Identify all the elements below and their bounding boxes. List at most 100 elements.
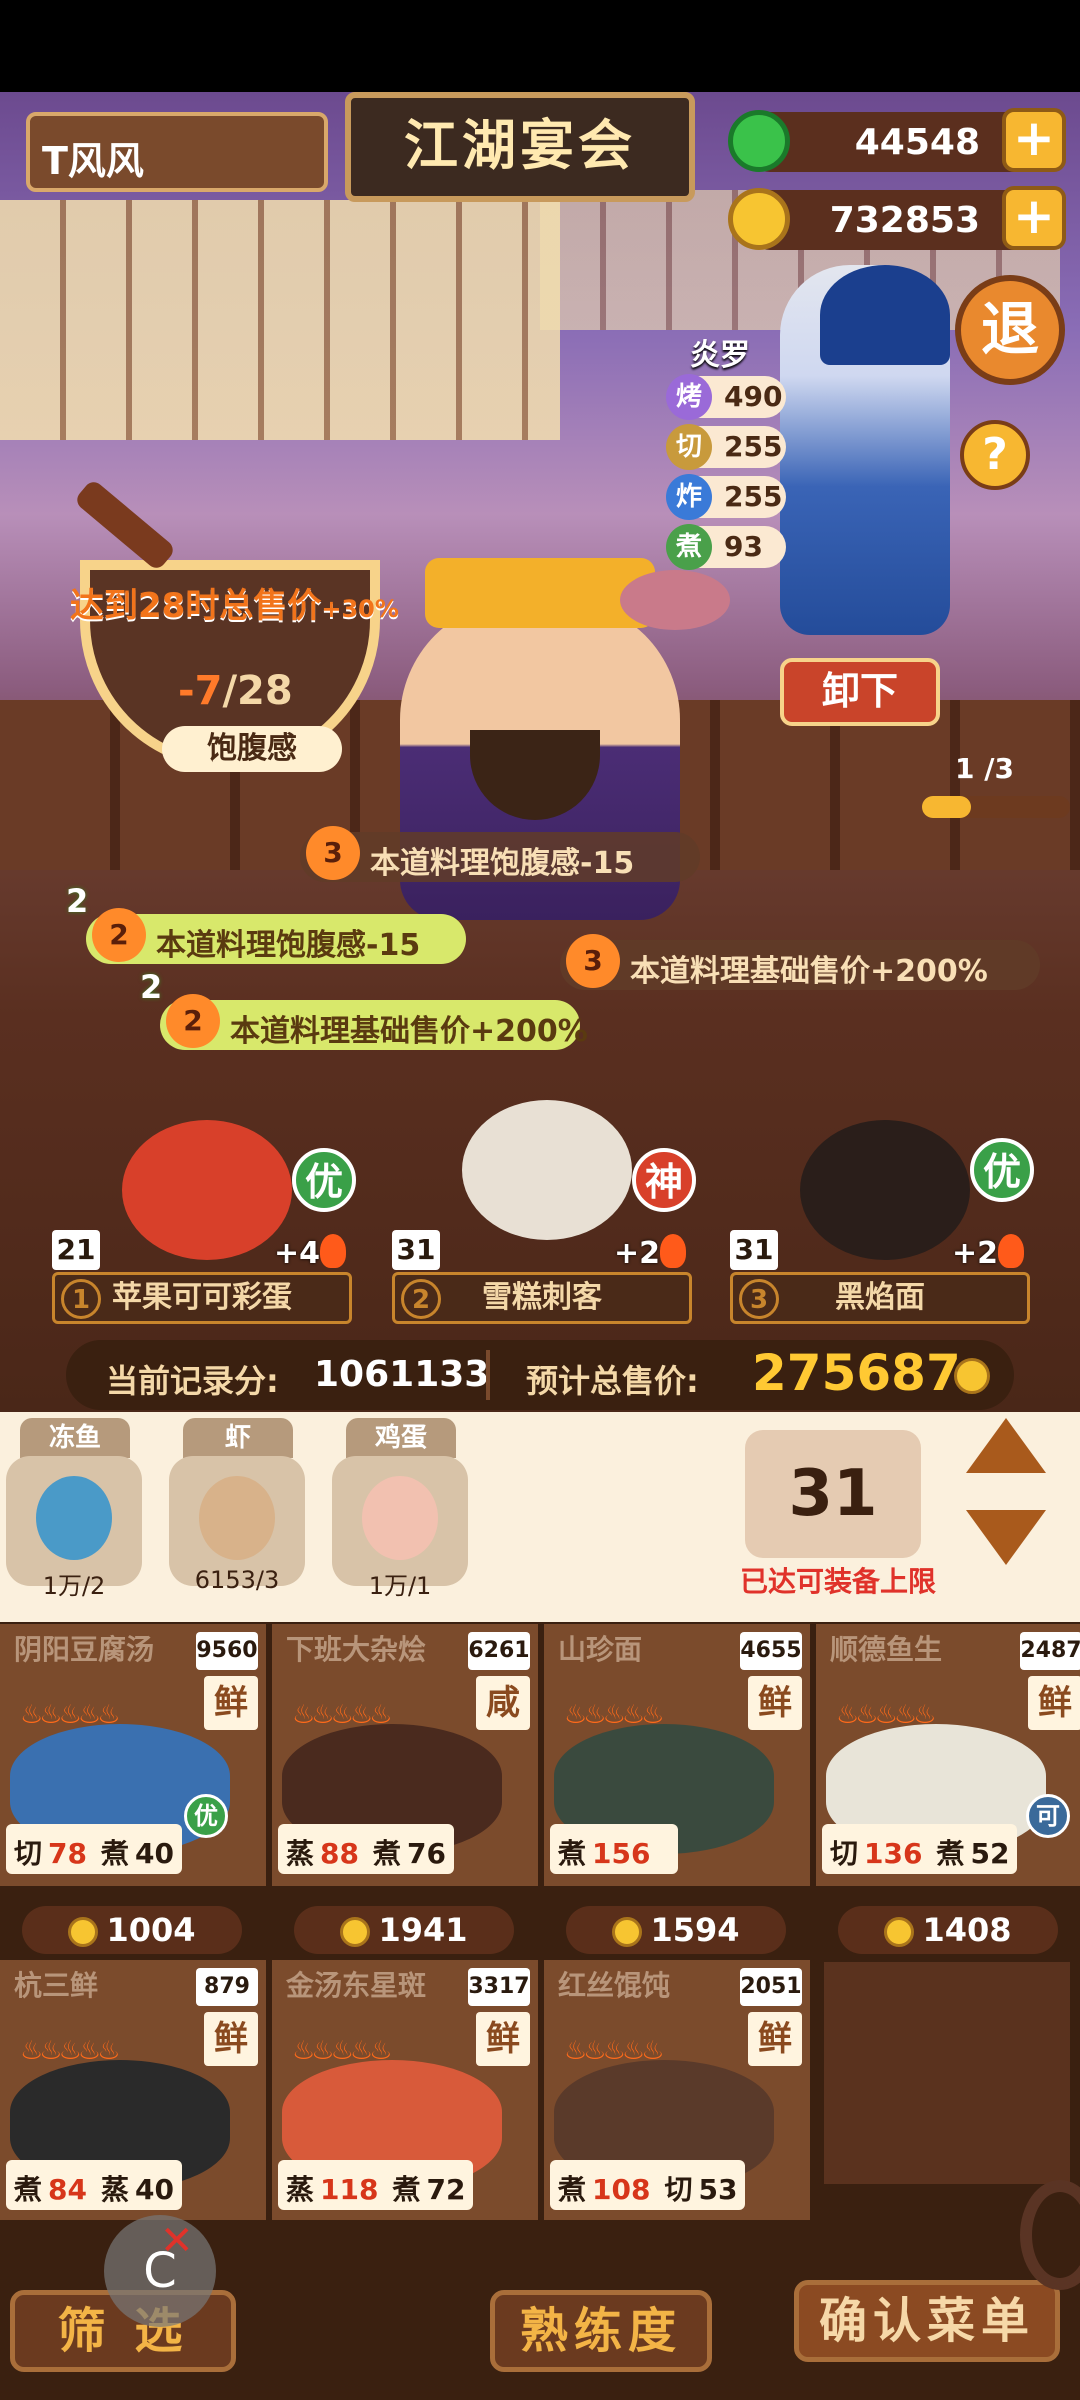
dish-count: 31 — [730, 1230, 778, 1270]
skill-label: 蒸 — [286, 2173, 315, 2206]
dish-image[interactable] — [800, 1120, 970, 1260]
add-jade-button[interactable]: + — [1002, 108, 1066, 172]
coin-icon — [728, 188, 790, 250]
score-divider — [486, 1350, 490, 1400]
recipe-stars: ♨♨♨♨♨ — [292, 2036, 393, 2066]
dish-image[interactable] — [122, 1120, 292, 1260]
skill-value: 88 — [320, 1837, 359, 1870]
jade-icon — [728, 110, 790, 172]
jade-amount: 44548 — [854, 122, 980, 163]
recipe-card[interactable]: 山珍面 4655 鲜 ♨♨♨♨♨ 煮 156 — [544, 1624, 816, 1886]
skill-value: 118 — [320, 2173, 379, 2206]
skill-value: 72 — [426, 2173, 466, 2206]
recipe-card[interactable]: 红丝馄饨 2051 鲜 ♨♨♨♨♨ 煮 108 切 53 — [544, 1960, 816, 2220]
confirm-menu-button[interactable]: 确认菜单 — [794, 2280, 1060, 2362]
help-button[interactable]: ? — [960, 420, 1030, 490]
dish-name: 苹果可可彩蛋 — [112, 1280, 292, 1315]
skill-label: 煮 — [558, 1837, 587, 1870]
score-bar: 当前记录分: 1061133 预计总售价: 275687 — [66, 1340, 1014, 1410]
dish-slot-number: 1 — [61, 1279, 101, 1319]
recipe-price-tag: 2051 — [740, 1968, 802, 2006]
unload-chef-button[interactable]: 卸下 — [780, 658, 940, 726]
recipe-sale-price: 1941 — [294, 1906, 514, 1954]
recipe-card[interactable]: 下班大杂烩 6261 咸 ♨♨♨♨♨ 蒸 88 煮 76 — [272, 1624, 544, 1886]
dish-slot-number: 3 — [739, 1279, 779, 1319]
recipe-skill-requirements: 煮 108 切 53 — [550, 2160, 746, 2210]
price-value: 275687 — [752, 1344, 961, 1402]
fire-icon — [998, 1234, 1024, 1268]
recipe-skill-requirements: 蒸 88 煮 76 — [278, 1824, 454, 1874]
dish-name: 黑焰面 — [835, 1280, 925, 1315]
buff-item: 3 本道料理基础售价+200% — [560, 934, 1040, 990]
recipe-price-tag: 879 — [196, 1968, 258, 2006]
recipe-card[interactable]: 阴阳豆腐汤 9560 鲜 ♨♨♨♨♨ 优切 78 煮 40 — [0, 1624, 272, 1886]
buff-count: 2 — [140, 968, 163, 1006]
fire-icon — [660, 1234, 686, 1268]
recipe-grade-badge: 可 — [1026, 1794, 1070, 1838]
recipe-skill-requirements: 切 136 煮 52 — [822, 1824, 1018, 1874]
recipe-skill-requirements: 蒸 118 煮 72 — [278, 2160, 474, 2210]
ingredient-tab: 冻鱼 — [20, 1418, 130, 1458]
recipe-stars: ♨♨♨♨♨ — [292, 1700, 393, 1730]
recipe-skill-requirements: 煮 156 — [550, 1824, 679, 1874]
proficiency-button[interactable]: 熟练度 — [490, 2290, 712, 2372]
buff-text: 本道料理饱腹感-15 — [370, 846, 635, 881]
buff-item: 2 本道料理基础售价+200% — [160, 994, 588, 1050]
add-coin-button[interactable]: + — [1002, 186, 1066, 250]
arrow-up-icon[interactable] — [966, 1418, 1046, 1473]
recipe-stars: ♨♨♨♨♨ — [836, 1700, 937, 1730]
recipe-taste: 鲜 — [204, 1676, 258, 1730]
guest-progress-text: 1 /3 — [955, 752, 1014, 785]
coin-icon — [884, 1917, 915, 1947]
dish-count: 21 — [52, 1230, 100, 1270]
recipe-coin-value: 1408 — [922, 1911, 1012, 1949]
player-name: T风风 — [26, 112, 328, 192]
dish-name-plate[interactable]: 1 苹果可可彩蛋 — [52, 1272, 352, 1324]
chef-name: 炎罗 — [690, 338, 750, 373]
skill-label: 煮 — [558, 2173, 587, 2206]
recipe-stars: ♨♨♨♨♨ — [564, 1700, 665, 1730]
recipe-taste: 鲜 — [748, 1676, 802, 1730]
ingredient-icon — [36, 1476, 112, 1560]
satiety-bonus-pct: +30% — [321, 595, 399, 623]
stat-value: 490 — [724, 380, 783, 413]
skill-label: 煮 — [372, 1837, 401, 1870]
recipe-card[interactable]: 金汤东星斑 3317 鲜 ♨♨♨♨♨ 蒸 118 煮 72 — [272, 1960, 544, 2220]
skill-label: 蒸 — [100, 2173, 129, 2206]
recipe-name: 红丝馄饨 — [558, 1969, 671, 2002]
exit-button[interactable]: 退 — [955, 275, 1065, 385]
recipe-price-tag: 3317 — [468, 1968, 530, 2006]
recipe-card[interactable]: 顺德鱼生 2487 鲜 ♨♨♨♨♨ 可切 136 煮 52 — [816, 1624, 1080, 1886]
food-cover-icon — [620, 570, 730, 630]
recipe-taste: 鲜 — [1028, 1676, 1080, 1730]
dish-name: 雪糕刺客 — [482, 1280, 602, 1315]
dish-fire-bonus: +2 — [614, 1236, 661, 1271]
skill-value: 76 — [407, 1837, 446, 1870]
skill-label: 煮 — [100, 1837, 129, 1870]
skill-value: 78 — [48, 1837, 87, 1870]
dish-name-plate[interactable]: 3 黑焰面 — [730, 1272, 1030, 1324]
recipe-card[interactable]: 杭三鲜 879 鲜 ♨♨♨♨♨ 煮 84 蒸 40 — [0, 1960, 272, 2220]
skill-value: 40 — [135, 2173, 174, 2206]
skill-label: 煮 — [936, 1837, 965, 1870]
dish-image[interactable] — [462, 1100, 632, 1240]
close-icon[interactable]: ✕ — [160, 2218, 194, 2264]
record-value: 1061133 — [314, 1354, 490, 1395]
dish-name-plate[interactable]: 2 雪糕刺客 — [392, 1272, 692, 1324]
satiety-max: /28 — [222, 668, 293, 714]
buff-text: 本道料理基础售价+200% — [230, 1014, 588, 1049]
price-label: 预计总售价: — [526, 1362, 699, 1400]
stat-icon: 切 — [666, 424, 712, 470]
record-label: 当前记录分: — [106, 1362, 279, 1400]
ingredient-tab: 鸡蛋 — [346, 1418, 456, 1458]
status-bar — [0, 0, 1080, 92]
arrow-down-icon[interactable] — [966, 1510, 1046, 1565]
skill-label: 煮 — [392, 2173, 421, 2206]
coin-icon — [612, 1917, 643, 1947]
ingredient-icon — [362, 1476, 438, 1560]
satiety-value: -7/28 — [178, 668, 293, 714]
skill-value: 156 — [592, 1837, 651, 1870]
chef-hat-icon — [820, 265, 950, 365]
coin-icon — [954, 1358, 990, 1394]
equip-count: 31 — [745, 1430, 921, 1558]
